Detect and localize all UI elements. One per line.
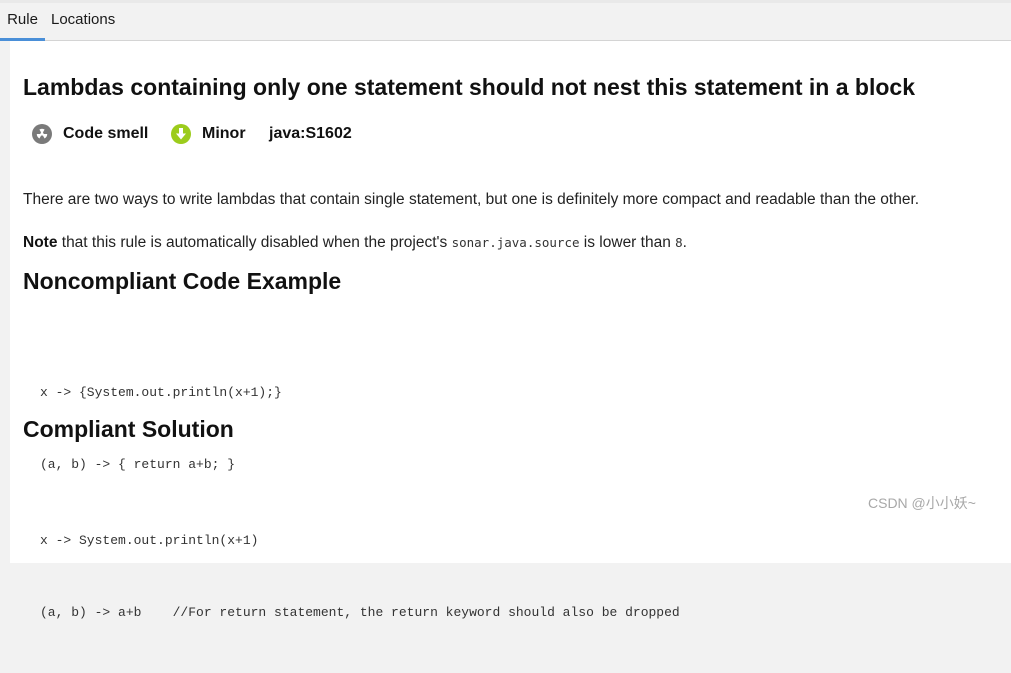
rule-key-label: java:S1602 xyxy=(269,125,352,142)
code-line: x -> {System.out.println(x+1);} xyxy=(40,385,282,400)
code-line: x -> System.out.println(x+1) xyxy=(40,533,259,548)
code-line: (a, b) -> { return a+b; } xyxy=(40,457,236,472)
description-intro: There are two ways to write lambdas that… xyxy=(23,191,920,208)
note-code-property: sonar.java.source xyxy=(451,235,580,250)
watermark: CSDN @小小妖~ xyxy=(868,495,976,511)
rule-severity: Minor xyxy=(170,123,246,145)
rule-key: java:S1602 xyxy=(269,123,352,145)
note-text-3: . xyxy=(682,234,687,251)
tab-locations[interactable]: Locations xyxy=(51,3,115,40)
note-text-2: is lower than xyxy=(579,234,676,251)
arrow-down-circle-icon xyxy=(171,124,191,144)
rule-severity-label: Minor xyxy=(202,125,246,142)
rule-type-label: Code smell xyxy=(63,125,149,142)
note-text-1: that this rule is automatically disabled… xyxy=(57,234,452,251)
radiation-icon xyxy=(32,124,52,144)
note-code-version: 8 xyxy=(675,235,683,250)
tab-locations-label: Locations xyxy=(51,11,116,28)
compliant-heading: Compliant Solution xyxy=(23,416,234,442)
note-label: Note xyxy=(23,234,58,251)
rule-type: Code smell xyxy=(31,123,148,145)
description-note: Note that this rule is automatically dis… xyxy=(23,234,687,252)
noncompliant-heading: Noncompliant Code Example xyxy=(23,268,342,294)
code-line: (a, b) -> a+b //For return statement, th… xyxy=(40,605,680,620)
compliant-code-block: x -> System.out.println(x+1) (a, b) -> a… xyxy=(40,481,680,673)
tab-rule-label: Rule xyxy=(7,11,38,28)
rule-description-panel: Lambdas containing only one statement sh… xyxy=(10,41,1011,620)
tab-rule[interactable]: Rule xyxy=(0,3,45,41)
rule-title: Lambdas containing only one statement sh… xyxy=(23,74,916,100)
left-gutter xyxy=(0,41,10,563)
tab-bar: Rule Locations xyxy=(0,3,1011,41)
